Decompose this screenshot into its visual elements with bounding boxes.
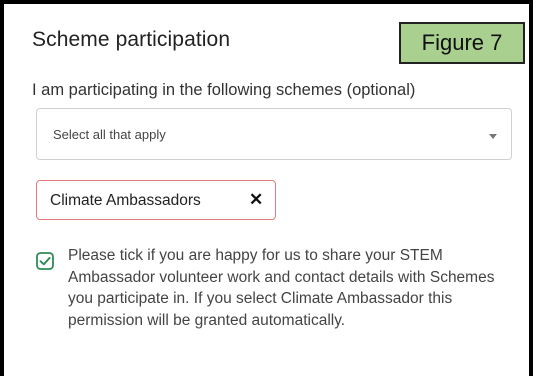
selected-scheme-chip: Climate Ambassadors ✕ xyxy=(36,180,276,220)
caret-down-icon[interactable] xyxy=(489,134,497,139)
figure-label: Figure 7 xyxy=(399,22,525,64)
close-icon[interactable]: ✕ xyxy=(249,190,263,210)
consent-text: Please tick if you are happy for us to s… xyxy=(68,247,495,329)
checkbox-box xyxy=(36,252,54,270)
consent-checkbox[interactable] xyxy=(36,252,54,270)
schemes-field-label: I am participating in the following sche… xyxy=(32,81,416,99)
schemes-select[interactable]: Select all that apply xyxy=(36,108,512,160)
section-title: Scheme participation xyxy=(32,28,231,51)
chip-label: Climate Ambassadors xyxy=(50,192,201,209)
schemes-select-placeholder: Select all that apply xyxy=(53,127,166,142)
